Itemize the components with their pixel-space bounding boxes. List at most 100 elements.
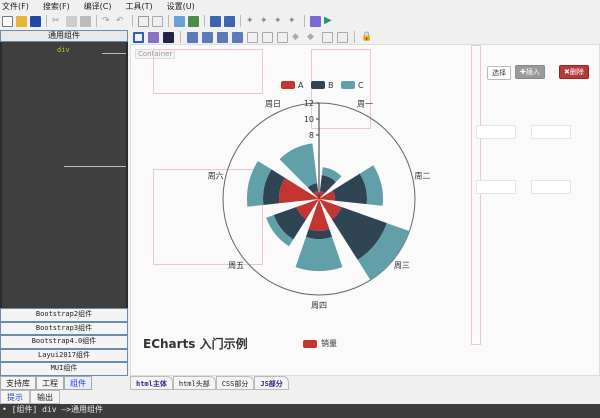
divider — [64, 166, 126, 167]
preview-icon[interactable] — [188, 15, 199, 27]
radius-tick-label: 10 — [304, 115, 314, 124]
tab-components[interactable]: 组件 — [64, 375, 92, 390]
menu-settings[interactable]: 设置(U) — [167, 1, 195, 12]
align-icon[interactable] — [232, 31, 243, 43]
panel-header[interactable]: 通用组件 — [0, 30, 128, 42]
group-bootstrap2[interactable]: Bootstrap2组件 — [0, 308, 128, 322]
legend-swatch-C — [341, 81, 355, 89]
design-canvas[interactable]: Container 选择 ✚插入 ✖删除 周一 周二 周三 周四 周五 周六 周日 8 10 12… — [130, 44, 600, 376]
tab-output[interactable]: 输出 — [30, 390, 60, 404]
output-tabs: 提示 输出 — [0, 390, 60, 404]
open-folder-icon[interactable] — [16, 15, 27, 27]
tab-css[interactable]: CSS部分 — [215, 376, 255, 390]
split-view-icon[interactable] — [163, 31, 174, 43]
redo-icon[interactable]: ↷ — [102, 16, 113, 27]
divider — [354, 31, 355, 43]
menu-tools[interactable]: 工具(T) — [126, 1, 153, 12]
indent-icon[interactable] — [210, 15, 221, 27]
legend-label-C: C — [358, 81, 364, 90]
paste-icon[interactable] — [80, 15, 91, 27]
menu-search[interactable]: 搜索(F) — [43, 1, 70, 12]
copy-icon[interactable] — [66, 15, 77, 27]
align-icon[interactable] — [217, 31, 228, 43]
tab-hints[interactable]: 提示 — [0, 390, 30, 404]
angle-label: 周五 — [228, 261, 244, 270]
move-icon[interactable]: ◆ — [307, 32, 318, 43]
selected-node[interactable]: div — [57, 46, 70, 54]
angle-label: 周六 — [208, 170, 224, 180]
design-view-icon[interactable] — [133, 31, 144, 43]
group-mui[interactable]: MUI组件 — [0, 362, 128, 376]
save-icon[interactable] — [30, 15, 41, 27]
tab-html-head[interactable]: html头部 — [172, 376, 216, 390]
component-tree: div — [0, 42, 128, 308]
editor-tabs: html主体 html头部 CSS部分 JS部分 — [130, 376, 289, 390]
tool-b-icon[interactable]: ✦ — [260, 16, 271, 27]
editor-toolbar: ◆ ◆ 🔒 — [130, 30, 600, 44]
layout-icon[interactable] — [262, 31, 273, 43]
divider — [46, 15, 47, 27]
angle-label: 周二 — [414, 171, 430, 180]
divider — [204, 15, 205, 27]
divider — [102, 53, 126, 54]
divider — [240, 15, 241, 27]
page-icon[interactable] — [152, 15, 163, 27]
align-icon[interactable] — [187, 31, 198, 43]
group-bootstrap3[interactable]: Bootstrap3组件 — [0, 321, 128, 335]
layout-icon[interactable] — [322, 31, 333, 43]
legend-label-B: B — [328, 81, 334, 90]
layout-icon[interactable] — [247, 31, 258, 43]
group-bootstrap4[interactable]: Bootstrap4.0组件 — [0, 335, 128, 349]
radius-tick-label: 12 — [304, 99, 314, 108]
divider — [168, 15, 169, 27]
legend-label-A: A — [298, 81, 304, 90]
align-icon[interactable] — [202, 31, 213, 43]
outdent-icon[interactable] — [224, 15, 235, 27]
legend-swatch — [303, 339, 317, 348]
angle-label: 周一 — [357, 99, 373, 108]
component-panel: 通用组件 div Bootstrap2组件 Bootstrap3组件 Boots… — [0, 30, 128, 390]
tab-js[interactable]: JS部分 — [254, 376, 289, 390]
grid-icon[interactable] — [277, 31, 288, 43]
layout-icon[interactable] — [337, 31, 348, 43]
tool-a-icon[interactable]: ✦ — [246, 16, 257, 27]
tool-d-icon[interactable]: ✦ — [288, 16, 299, 27]
run-icon[interactable]: ▶ — [324, 15, 335, 27]
browser-icon[interactable] — [310, 15, 321, 27]
window-icon[interactable] — [138, 15, 149, 27]
left-tabs: 支持库 工程 组件 — [0, 375, 128, 390]
divider — [132, 15, 133, 27]
console-output: • [组件] div —>通用组件 — [0, 404, 600, 418]
angle-label: 周四 — [311, 301, 327, 310]
new-file-icon[interactable] — [2, 15, 13, 27]
radius-tick-label: 8 — [309, 131, 314, 140]
move-icon[interactable]: ◆ — [292, 32, 303, 43]
undo-icon[interactable]: ↶ — [116, 16, 127, 27]
chart-title: ECharts 入门示例 — [143, 337, 248, 351]
tab-html-body[interactable]: html主体 — [130, 376, 173, 390]
code-view-icon[interactable] — [148, 31, 159, 43]
menu-compile[interactable]: 编译(C) — [84, 1, 112, 12]
legend-label: 销量 — [321, 339, 337, 348]
menu-bar: 文件(F) 搜索(F) 编译(C) 工具(T) 设置(U) — [0, 0, 600, 13]
editor: ◆ ◆ 🔒 Container 选择 ✚插入 ✖删除 周一 周二 周三 周四 周五 周六周… — [130, 30, 600, 390]
bar-C-4 — [295, 236, 343, 271]
angle-label: 周三 — [394, 261, 410, 270]
tab-library[interactable]: 支持库 — [0, 375, 36, 390]
polar-bar-chart: 周一周二周三周四 周五 周六 周日 8 10 12A B C — [208, 81, 430, 310]
cut-icon[interactable]: ✂ — [52, 16, 63, 27]
menu-file[interactable]: 文件(F) — [2, 1, 29, 12]
divider — [304, 15, 305, 27]
legend-sales[interactable]: 销量 — [303, 338, 337, 349]
divider — [180, 31, 181, 43]
main-toolbar: ✂ ↷ ↶ ✦ ✦ ✦ ✦ ▶ — [0, 13, 600, 29]
format-icon[interactable] — [174, 15, 185, 27]
legend-swatch-A — [281, 81, 295, 89]
lock-icon[interactable]: 🔒 — [361, 32, 372, 43]
tool-c-icon[interactable]: ✦ — [274, 16, 285, 27]
divider — [96, 15, 97, 27]
group-layui[interactable]: Layui2017组件 — [0, 348, 128, 362]
tab-project[interactable]: 工程 — [36, 375, 64, 390]
angle-label: 周日 — [265, 99, 281, 108]
legend-swatch-B — [311, 81, 325, 89]
